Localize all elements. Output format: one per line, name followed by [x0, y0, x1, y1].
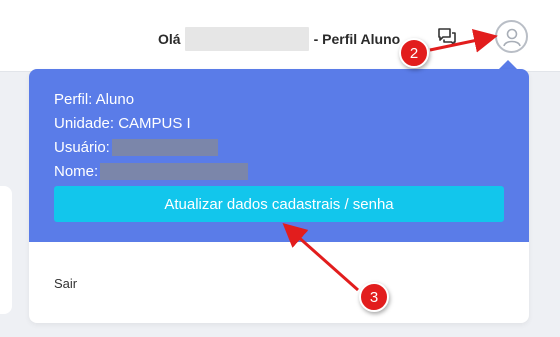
- update-profile-button[interactable]: Atualizar dados cadastrais / senha: [54, 186, 504, 222]
- annotation-badge-2: 2: [399, 38, 429, 68]
- profile-campus: Unidade: CAMPUS I: [54, 115, 191, 132]
- background-card: [0, 186, 12, 314]
- user-greeting: Olá - Perfil Aluno: [158, 27, 400, 51]
- profile-name: Nome:: [54, 163, 249, 180]
- top-navbar: Olá - Perfil Aluno: [0, 0, 560, 72]
- redacted-name-value: [100, 163, 249, 180]
- profile-info-panel: Perfil: Aluno Unidade: CAMPUS I Usuário:…: [29, 69, 529, 242]
- logout-link[interactable]: Sair: [54, 276, 77, 291]
- chat-bubbles-icon[interactable]: [436, 26, 458, 48]
- user-avatar-icon[interactable]: [495, 20, 528, 53]
- redacted-username: [184, 27, 309, 51]
- greeting-prefix: Olá: [158, 31, 181, 47]
- name-label: Nome:: [54, 163, 99, 180]
- username-label: Usuário:: [54, 139, 110, 156]
- redacted-username-value: [111, 139, 218, 156]
- profile-username: Usuário:: [54, 139, 218, 156]
- profile-type: Perfil: Aluno: [54, 91, 135, 108]
- annotation-badge-3: 3: [359, 282, 389, 312]
- profile-dropdown-menu: Perfil: Aluno Unidade: CAMPUS I Usuário:…: [29, 69, 529, 323]
- greeting-profile-label: - Perfil Aluno: [313, 31, 401, 47]
